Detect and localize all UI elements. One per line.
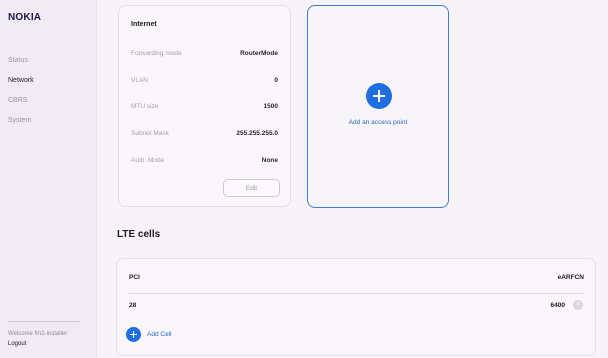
edit-button[interactable]: Edit — [223, 179, 280, 197]
forwarding-mode-value: RouterMode — [240, 50, 278, 57]
lte-cells-table: PCI eARFCN 28 6400 × Add Cell — [116, 258, 596, 356]
plus-icon[interactable] — [366, 83, 392, 109]
remove-cell-icon[interactable]: × — [573, 300, 583, 310]
auth-mode-value: None — [261, 157, 278, 164]
subnet-mask-label: Subnet Mask — [131, 130, 169, 137]
auth-mode-label: Auth. Mode — [131, 157, 165, 164]
subnet-mask-value: 255.255.255.0 — [236, 130, 278, 137]
table-cell-pci: 28 — [129, 302, 137, 309]
sidebar: NOKIA Status Network CBRS System Welcome… — [0, 0, 97, 358]
sidebar-item-network[interactable]: Network — [8, 76, 34, 96]
sidebar-item-system[interactable]: System — [8, 116, 34, 136]
vlan-value: 0 — [274, 77, 278, 84]
sidebar-divider — [8, 321, 80, 322]
add-access-point-label[interactable]: Add an access point — [308, 119, 448, 126]
mtu-size-value: 1500 — [263, 103, 278, 110]
forwarding-mode-label: Forwarding mode — [131, 50, 182, 57]
table-cell-earfcn: 6400 — [550, 302, 565, 309]
table-divider — [129, 293, 583, 294]
auth-mode-row: Auth. Mode None — [131, 157, 278, 167]
sidebar-nav: Status Network CBRS System — [8, 56, 34, 136]
pci-column-header: PCI — [129, 274, 140, 281]
nokia-logo: NOKIA — [8, 12, 42, 23]
sidebar-item-cbrs[interactable]: CBRS — [8, 96, 34, 116]
forwarding-mode-row: Forwarding mode RouterMode — [131, 50, 278, 60]
vlan-label: VLAN — [131, 77, 148, 84]
add-cell-label[interactable]: Add Cell — [147, 331, 172, 338]
mtu-size-row: MTU size 1500 — [131, 103, 278, 113]
logout-link[interactable]: Logout — [8, 341, 26, 347]
plus-circle-icon[interactable] — [126, 327, 141, 342]
internet-title: Internet — [131, 21, 157, 28]
welcome-text: Welcome fm2-installer — [8, 331, 68, 337]
internet-card: Internet Forwarding mode RouterMode VLAN… — [118, 5, 291, 207]
lte-cells-title: LTE cells — [117, 229, 161, 240]
mtu-size-label: MTU size — [131, 103, 159, 110]
vlan-row: VLAN 0 — [131, 77, 278, 87]
add-access-point-card[interactable]: Add an access point — [307, 5, 449, 208]
subnet-mask-row: Subnet Mask 255.255.255.0 — [131, 130, 278, 140]
sidebar-item-status[interactable]: Status — [8, 56, 34, 76]
earfcn-column-header: eARFCN — [557, 274, 584, 281]
